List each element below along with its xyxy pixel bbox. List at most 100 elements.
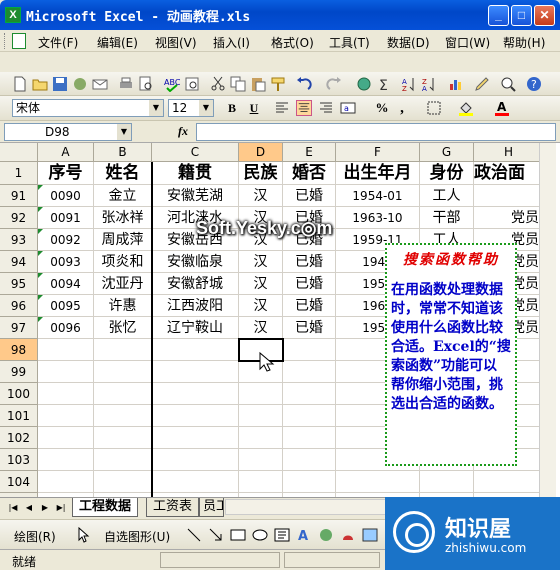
cell-header-seq[interactable]: 序号 (38, 162, 94, 185)
sheet-tab-engineering[interactable]: 工程数据 (72, 498, 139, 517)
row-header[interactable]: 96 (0, 295, 38, 317)
save-icon[interactable] (52, 76, 68, 92)
cell[interactable]: 金立 (94, 185, 152, 207)
clipart-icon[interactable] (340, 527, 356, 543)
cell[interactable]: 安徽舒城 (152, 273, 239, 295)
next-sheet-icon[interactable]: ▶ (38, 501, 52, 515)
menu-format[interactable]: 格式(O) (271, 34, 314, 51)
row-header[interactable]: 93 (0, 229, 38, 251)
cell-header-name[interactable]: 姓名 (94, 162, 152, 185)
font-name-select[interactable]: 宋体 ▼ (12, 99, 164, 117)
column-header-h[interactable]: H (474, 143, 544, 162)
textbox-icon[interactable] (274, 527, 290, 543)
column-header-f[interactable]: F (336, 143, 420, 162)
select-objects-icon[interactable] (76, 527, 92, 543)
row-header[interactable]: 95 (0, 273, 38, 295)
cell[interactable]: 汉 (239, 273, 283, 295)
underline-button[interactable]: U (244, 99, 264, 117)
row-header[interactable]: 103 (0, 449, 38, 471)
merge-center-icon[interactable]: a (340, 100, 356, 116)
cell-header-married[interactable]: 婚否 (283, 162, 336, 185)
align-left-icon[interactable] (274, 100, 290, 116)
arrow-icon[interactable] (208, 527, 224, 543)
permission-icon[interactable] (72, 76, 88, 92)
percent-button[interactable]: % (372, 99, 392, 117)
cell[interactable]: 许惠 (94, 295, 152, 317)
cell-header-origin[interactable]: 籍贯 (152, 162, 239, 185)
menu-data[interactable]: 数据(D) (387, 34, 430, 51)
open-icon[interactable] (32, 76, 48, 92)
cell[interactable]: 安徽芜湖 (152, 185, 239, 207)
row-header[interactable]: 97 (0, 317, 38, 339)
cell[interactable]: 0095 (38, 295, 94, 317)
sort-asc-icon[interactable]: AZ (402, 76, 418, 92)
cell[interactable]: 0093 (38, 251, 94, 273)
column-header-a[interactable]: A (38, 143, 94, 162)
menu-insert[interactable]: 插入(I) (213, 34, 250, 51)
drawing-icon[interactable] (474, 76, 490, 92)
row-header[interactable]: 1 (0, 162, 38, 185)
cell[interactable]: 已婚 (283, 317, 336, 339)
cell[interactable]: 1954-01 (336, 185, 420, 207)
new-icon[interactable] (12, 76, 28, 92)
row-header[interactable]: 92 (0, 207, 38, 229)
cell[interactable]: 辽宁鞍山 (152, 317, 239, 339)
column-header-e[interactable]: E (283, 143, 336, 162)
spelling-icon[interactable]: ABC (164, 76, 180, 92)
wordart-icon[interactable]: A (296, 527, 312, 543)
copy-icon[interactable] (230, 76, 246, 92)
oval-icon[interactable] (252, 527, 268, 543)
cell-header-ethnicity[interactable]: 民族 (239, 162, 283, 185)
menu-view[interactable]: 视图(V) (155, 34, 197, 51)
excel-app-icon[interactable]: X (5, 7, 21, 23)
prev-sheet-icon[interactable]: ◀ (22, 501, 36, 515)
cell[interactable]: 汉 (239, 251, 283, 273)
diagram-icon[interactable] (318, 527, 334, 543)
toolbar-grip[interactable] (4, 33, 7, 49)
zoom-icon[interactable] (500, 76, 516, 92)
cell[interactable]: 汉 (239, 317, 283, 339)
draw-menu[interactable]: 绘图(R) (14, 528, 56, 545)
cell[interactable]: 干部 (420, 207, 474, 229)
comma-button[interactable]: , (392, 99, 412, 117)
maximize-button[interactable]: □ (511, 5, 532, 26)
borders-icon[interactable] (426, 100, 442, 116)
redo-icon[interactable] (326, 76, 342, 92)
select-all-corner[interactable] (0, 143, 38, 162)
formula-input[interactable] (196, 123, 556, 141)
cell[interactable]: 已婚 (283, 185, 336, 207)
cut-icon[interactable] (210, 76, 226, 92)
insert-function-icon[interactable]: fx (178, 124, 188, 139)
autoshapes-menu[interactable]: 自选图形(U) (104, 528, 170, 545)
cell-header-political[interactable]: 政治面 (474, 162, 544, 185)
cell[interactable]: 0090 (38, 185, 94, 207)
column-header-c[interactable]: C (152, 143, 239, 162)
menu-tools[interactable]: 工具(T) (329, 34, 370, 51)
menu-file[interactable]: 文件(F) (38, 34, 78, 51)
align-center-icon[interactable] (296, 100, 312, 116)
column-header-b[interactable]: B (94, 143, 152, 162)
close-button[interactable]: ✕ (534, 5, 555, 26)
print-preview-icon[interactable] (138, 76, 154, 92)
cell[interactable]: 项炎和 (94, 251, 152, 273)
first-sheet-icon[interactable]: |◀ (6, 501, 20, 515)
row-header[interactable]: 98 (0, 339, 38, 361)
column-header-d[interactable]: D (239, 143, 283, 162)
cell[interactable]: 汉 (239, 185, 283, 207)
sheet-tab-employee[interactable]: 员工 (199, 498, 224, 517)
name-box[interactable]: D98 ▼ (4, 123, 132, 141)
line-icon[interactable] (186, 527, 202, 543)
menu-help[interactable]: 帮助(H) (503, 34, 545, 51)
print-icon[interactable] (118, 76, 134, 92)
cell[interactable]: 安徽临泉 (152, 251, 239, 273)
help-icon[interactable]: ? (526, 76, 542, 92)
row-header[interactable]: 101 (0, 405, 38, 427)
cell[interactable]: 沈亚丹 (94, 273, 152, 295)
cell[interactable]: 周成萍 (94, 229, 152, 251)
menu-window[interactable]: 窗口(W) (445, 34, 490, 51)
align-right-icon[interactable] (318, 100, 334, 116)
row-header[interactable]: 100 (0, 383, 38, 405)
font-size-select[interactable]: 12 ▼ (168, 99, 214, 117)
picture-icon[interactable] (362, 527, 378, 543)
chevron-down-icon[interactable]: ▼ (199, 100, 213, 116)
